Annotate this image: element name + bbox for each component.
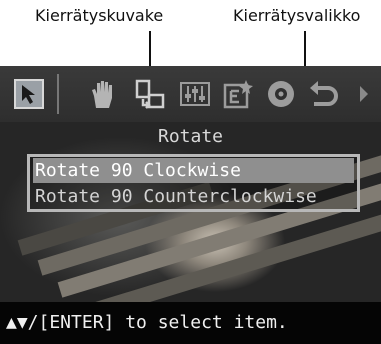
rotate-icon-callout-label: Kierrätyskuvake — [35, 6, 164, 25]
menu-item-rotate-counterclockwise[interactable]: Rotate 90 Counterclockwise — [33, 184, 354, 209]
eye-icon[interactable] — [264, 77, 298, 111]
status-hint-text: ▲▼/[ENTER] to select item. — [6, 312, 288, 333]
select-arrow-icon[interactable] — [12, 77, 46, 111]
menu-title: Rotate — [157, 126, 224, 147]
photo-preview: Rotate Rotate 90 Clockwise Rotate 90 Cou… — [0, 122, 381, 302]
hand-icon[interactable] — [86, 77, 120, 111]
undo-icon[interactable] — [305, 77, 339, 111]
edit-toolbar — [0, 66, 381, 122]
rotate-menu: Rotate 90 Clockwise Rotate 90 Counterclo… — [27, 154, 360, 212]
adjust-sliders-icon[interactable] — [178, 77, 212, 111]
rotate-icon[interactable] — [133, 77, 167, 111]
status-bar: ▲▼/[ENTER] to select item. — [0, 302, 381, 344]
rotate-menu-callout-label: Kierrätysvalikko — [233, 6, 361, 25]
next-arrow-icon[interactable] — [352, 77, 376, 111]
camera-lcd-screen: Rotate Rotate 90 Clockwise Rotate 90 Cou… — [0, 66, 381, 344]
menu-item-rotate-clockwise[interactable]: Rotate 90 Clockwise — [33, 158, 354, 183]
toolbar-divider — [57, 74, 59, 114]
edit-frame-icon[interactable] — [221, 77, 255, 111]
